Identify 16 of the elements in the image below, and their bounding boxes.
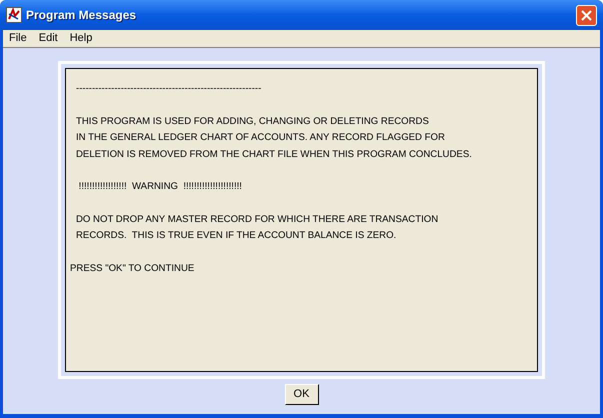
close-button[interactable] bbox=[576, 4, 597, 26]
menu-item[interactable]: Edit bbox=[38, 30, 58, 47]
message-line: DO NOT DROP ANY MASTER RECORD FOR WHICH THERE ARE TRANSACTION bbox=[76, 212, 440, 226]
menu-item[interactable]: Help bbox=[70, 30, 92, 47]
window-title: Program Messages bbox=[26, 7, 136, 24]
ok-button[interactable]: OK bbox=[284, 384, 318, 405]
message-line: !!!!!!!!!!!!!!!!!! WARNING !!!!!!!!!!!!!!!!!!!!!! bbox=[78, 180, 243, 194]
message-line: PRESS "OK" TO CONTINUE bbox=[70, 262, 196, 276]
message-line: DELETION IS REMOVED FROM THE CHART FILE WHEN THIS PROGRAM CONCLUDES. bbox=[76, 148, 473, 162]
menu-item[interactable]: File bbox=[9, 30, 27, 47]
app-icon bbox=[6, 7, 22, 23]
message-line: THIS PROGRAM IS USED FOR ADDING, CHANGING OR DELETING RECORDS bbox=[76, 114, 430, 128]
message-line: ---------------------------------------------------------- bbox=[76, 82, 262, 96]
message-line: RECORDS. THIS IS TRUE EVEN IF THE ACCOUNT BALANCE IS ZERO. bbox=[76, 229, 398, 243]
close-icon bbox=[581, 10, 592, 20]
message-line: IN THE GENERAL LEDGER CHART OF ACCOUNTS. ANY RECORD FLAGGED FOR bbox=[76, 131, 446, 145]
